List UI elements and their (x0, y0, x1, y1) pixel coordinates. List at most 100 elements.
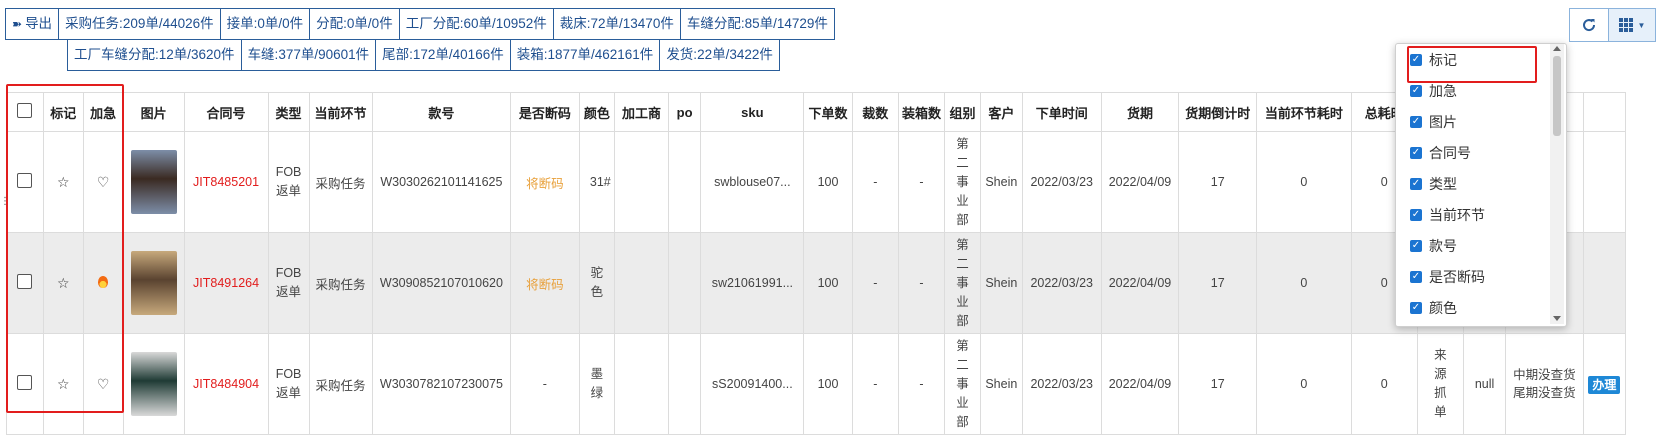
column-toggle-item[interactable]: ✓ 是否断码 (1396, 261, 1566, 292)
column-toggle-button[interactable]: ▼ (1608, 8, 1656, 42)
column-header[interactable]: 当前环节 (308, 92, 373, 132)
status-filter-button[interactable]: 裁床:72单/13470件 (552, 8, 681, 40)
column-header[interactable]: 类型 (267, 92, 310, 132)
status-filter-button[interactable]: 尾部:172单/40166件 (375, 39, 511, 71)
status-filter-button[interactable]: 接单:0单/0件 (219, 8, 311, 40)
column-toggle-item[interactable]: ✓ 图片 (1396, 106, 1566, 137)
column-header[interactable]: 是否断码 (510, 92, 580, 132)
checkbox-checked-icon[interactable]: ✓ (1410, 146, 1422, 159)
status-filter-button[interactable]: 工厂车缝分配:12单/3620件 (67, 39, 242, 71)
contract-cell[interactable]: JIT8491264 (183, 232, 269, 334)
broken-size-cell: 将断码 (510, 131, 580, 233)
column-header[interactable]: 颜色 (578, 92, 616, 132)
cell-text: 第二事业部 (956, 136, 969, 227)
group-cell: 第二事业部 (944, 131, 981, 233)
column-header[interactable]: 加工商 (614, 92, 669, 132)
cell-text[interactable]: JIT8484904 (193, 377, 259, 391)
contract-cell[interactable]: JIT8485201 (183, 131, 269, 233)
status-filter-button[interactable]: 工厂分配:60单/10952件 (398, 8, 554, 40)
column-header[interactable]: 货期 (1100, 92, 1180, 132)
note-cell: 来源抓单 (1416, 333, 1465, 435)
due-date-cell: 2022/04/09 (1100, 333, 1180, 435)
column-header[interactable]: 下单数 (803, 92, 853, 132)
checkbox-checked-icon[interactable]: ✓ (1410, 84, 1422, 97)
column-header[interactable]: 合同号 (183, 92, 269, 132)
column-header[interactable]: sku (700, 92, 805, 132)
menu-scrollbar[interactable] (1550, 44, 1564, 324)
cell-text[interactable]: JIT8491264 (193, 276, 259, 290)
scroll-up-icon[interactable] (1553, 46, 1561, 51)
column-toggle-item[interactable]: ✓ 合同号 (1396, 137, 1566, 168)
column-toggle-item[interactable]: ✓ 类型 (1396, 168, 1566, 199)
contract-cell[interactable]: JIT8484904 (183, 333, 269, 435)
cell-text: Shein (985, 377, 1018, 391)
cell-text: 中期没查货尾期没查货 (1513, 368, 1576, 400)
export-button[interactable]: ➽ 导出 (5, 8, 60, 40)
checkbox-checked-icon[interactable]: ✓ (1410, 115, 1422, 128)
cell-text: null (1474, 377, 1495, 391)
status-filter-button[interactable]: 分配:0单/0件 (309, 8, 400, 40)
cell-text: 31# (589, 174, 611, 189)
cell-text: 2022/03/23 (1030, 276, 1094, 290)
column-toggle-item[interactable]: ✓ 颜色 (1396, 292, 1566, 323)
column-header[interactable]: po (667, 92, 702, 132)
boxed-cell: - (897, 333, 946, 435)
handle-button[interactable]: 办理 (1588, 375, 1621, 394)
processor-cell (614, 232, 669, 334)
button-label: 工厂车缝分配:12单/3620件 (74, 47, 235, 62)
table-row[interactable]: ☆ ♡ JIT8484904 FOB返单 采购任务 W3030782107230075- 墨… (6, 333, 1627, 435)
type-cell: FOB返单 (267, 131, 310, 233)
cell-text: 0 (1380, 377, 1388, 391)
image-cell[interactable] (122, 232, 185, 334)
column-header[interactable]: 图片 (122, 92, 185, 132)
column-toggle-item[interactable]: ✓ 款号 (1396, 230, 1566, 261)
column-header[interactable]: 裁数 (851, 92, 899, 132)
cell-text: 100 (817, 377, 839, 391)
refresh-button[interactable] (1569, 8, 1609, 42)
status-filter-button[interactable]: 装箱:1877单/462161件 (509, 39, 661, 71)
status-filter-button[interactable]: 车缝分配:85单/14729件 (679, 8, 835, 40)
status-filter-button[interactable]: 发货:22单/3422件 (659, 39, 780, 71)
stage-cell: 采购任务 (308, 131, 373, 233)
cell-text: 墨绿 (590, 367, 604, 400)
scroll-down-icon[interactable] (1553, 316, 1561, 321)
stage-time-cell: 0 (1256, 333, 1352, 435)
checkbox-checked-icon[interactable]: ✓ (1410, 177, 1422, 190)
action-cell (1582, 131, 1627, 233)
type-cell: FOB返单 (267, 232, 310, 334)
checkbox-checked-icon[interactable]: ✓ (1410, 301, 1422, 314)
po-cell (667, 232, 702, 334)
color-cell: 驼色 (578, 232, 616, 334)
cell-text: 17 (1210, 276, 1225, 290)
table-row[interactable]: ☆ ♡ JIT8485201 FOB返单 采购任务 W3030262101141625 将断… (6, 131, 1627, 233)
checkbox-checked-icon[interactable]: ✓ (1410, 239, 1422, 252)
column-header[interactable]: 款号 (371, 92, 512, 132)
action-cell: 办理 (1582, 333, 1627, 435)
scrollbar-thumb[interactable] (1553, 56, 1561, 136)
column-header[interactable]: 客户 (979, 92, 1023, 132)
customer-cell: Shein (979, 333, 1023, 435)
column-header[interactable]: 组别 (944, 92, 981, 132)
status-filter-button[interactable]: 车缝:377单/90601件 (240, 39, 377, 71)
cell-text: 2022/04/09 (1108, 276, 1172, 290)
checkbox-checked-icon[interactable]: ✓ (1410, 208, 1422, 221)
column-header[interactable]: 装箱数 (897, 92, 946, 132)
broken-size-cell: 将断码 (510, 232, 580, 334)
table-row[interactable]: ☆ JIT8491264 FOB返单 采购任务 W3090852107010620 将断码… (6, 232, 1627, 334)
image-cell[interactable] (122, 131, 185, 233)
cut-cell: - (851, 333, 899, 435)
cell-text[interactable]: JIT8485201 (193, 175, 259, 189)
column-header[interactable]: 下单时间 (1021, 92, 1102, 132)
status-filter-button[interactable]: 采购任务:209单/44026件 (58, 8, 221, 40)
column-header[interactable]: 当前环节耗时 (1256, 92, 1352, 132)
column-toggle-item[interactable]: ✓ 当前环节 (1396, 199, 1566, 230)
image-cell[interactable] (122, 333, 185, 435)
product-thumbnail[interactable] (130, 251, 177, 315)
checkbox-checked-icon[interactable]: ✓ (1410, 270, 1422, 283)
product-thumbnail[interactable] (130, 352, 177, 416)
column-header[interactable]: 货期倒计时 (1178, 92, 1258, 132)
product-thumbnail[interactable] (130, 150, 177, 214)
column-visibility-menu: ✓ 标记 ✓ 加急 ✓ 图片 ✓ 合同号 ✓ 类型 ✓ 当前环节 ✓ 款号 ✓ 是否断码 ✓ 颜色 (1395, 43, 1567, 327)
button-label: 装箱:1877单/462161件 (516, 47, 654, 62)
grid-icon (1618, 18, 1633, 32)
